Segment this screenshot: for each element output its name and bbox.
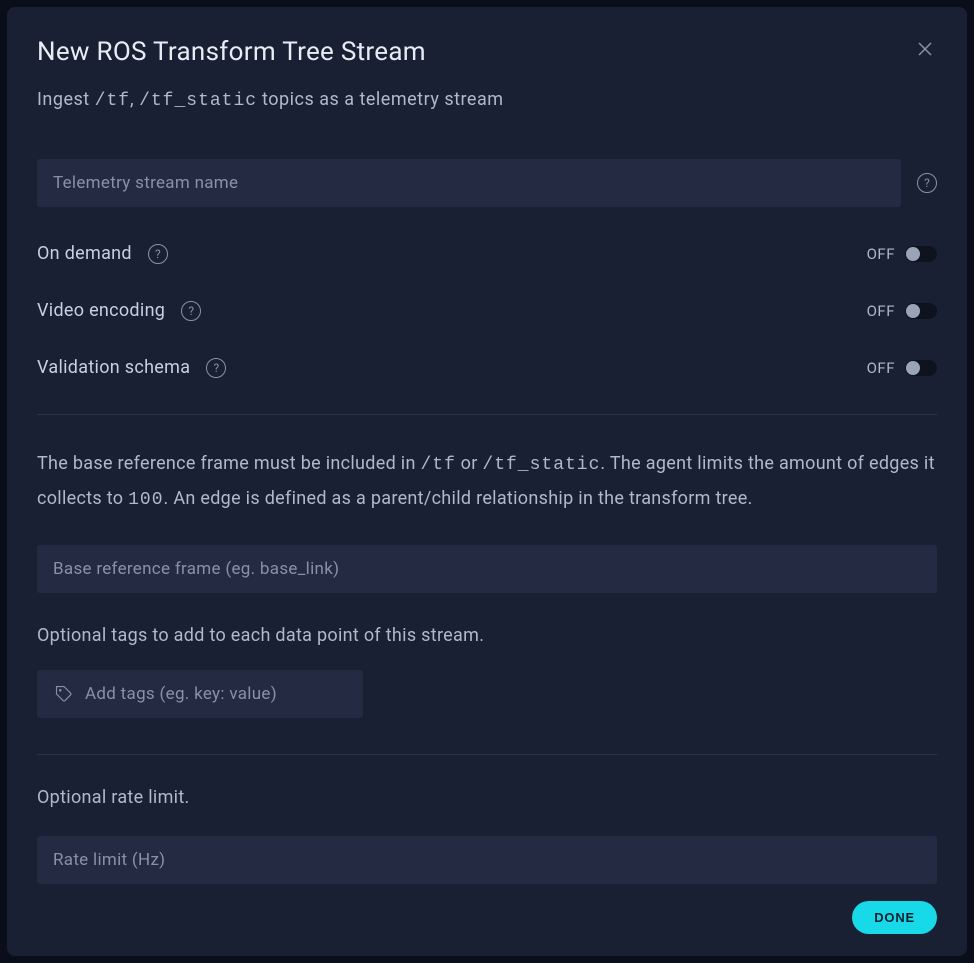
validation-schema-row: Validation schema ? OFF (37, 357, 937, 378)
help-icon[interactable]: ? (148, 244, 168, 264)
help-icon[interactable]: ? (206, 358, 226, 378)
modal-header: New ROS Transform Tree Stream (37, 37, 937, 67)
on-demand-row: On demand ? OFF (37, 243, 937, 264)
rate-limit-label: Optional rate limit. (37, 787, 937, 808)
video-encoding-toggle[interactable] (905, 303, 937, 319)
help-icon[interactable]: ? (917, 173, 937, 193)
modal-subtitle: Ingest /tf, /tf_static topics as a telem… (37, 89, 937, 111)
base-reference-frame-input[interactable] (37, 545, 937, 593)
validation-schema-toggle[interactable] (905, 360, 937, 376)
new-stream-modal: New ROS Transform Tree Stream Ingest /tf… (7, 7, 967, 956)
tags-label: Optional tags to add to each data point … (37, 625, 937, 646)
video-encoding-label: Video encoding (37, 300, 165, 321)
close-icon (917, 41, 933, 57)
stream-name-row: ? (37, 159, 937, 207)
on-demand-toggle[interactable] (905, 246, 937, 262)
tags-field[interactable] (37, 670, 363, 718)
validation-schema-state: OFF (867, 359, 895, 377)
validation-schema-label: Validation schema (37, 357, 190, 378)
on-demand-label: On demand (37, 243, 132, 264)
on-demand-state: OFF (867, 245, 895, 263)
tags-input[interactable] (85, 684, 345, 704)
modal-title: New ROS Transform Tree Stream (37, 37, 426, 67)
help-icon[interactable]: ? (181, 301, 201, 321)
tag-icon (55, 685, 73, 703)
rate-limit-input[interactable] (37, 836, 937, 884)
video-encoding-state: OFF (867, 302, 895, 320)
divider (37, 414, 937, 415)
video-encoding-row: Video encoding ? OFF (37, 300, 937, 321)
base-frame-description: The base reference frame must be include… (37, 447, 937, 517)
divider (37, 754, 937, 755)
done-button[interactable]: DONE (852, 901, 937, 934)
stream-name-input[interactable] (37, 159, 901, 207)
close-button[interactable] (913, 37, 937, 61)
